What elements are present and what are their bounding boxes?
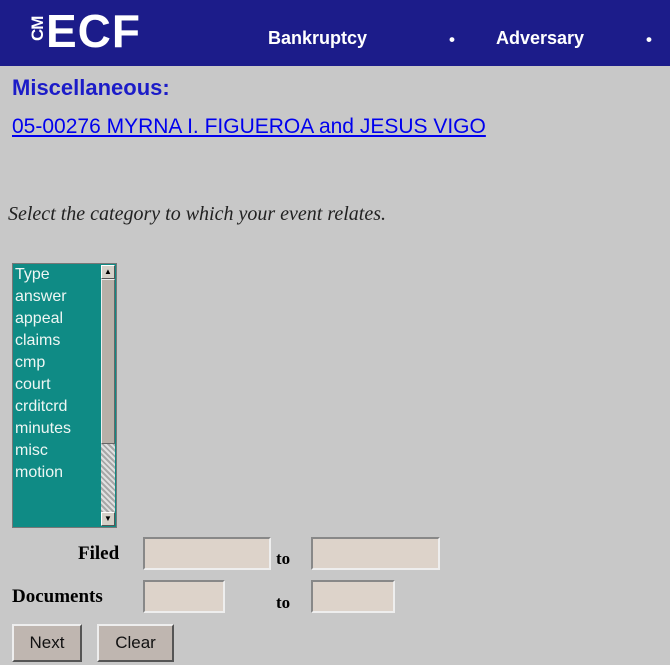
clear-button[interactable]: Clear bbox=[97, 624, 174, 662]
filed-to-input[interactable] bbox=[311, 537, 440, 570]
filed-from-input[interactable] bbox=[143, 537, 271, 570]
category-option[interactable]: crditcrd bbox=[15, 396, 101, 418]
scroll-down-arrow-icon[interactable]: ▼ bbox=[101, 512, 115, 526]
category-option[interactable]: Type bbox=[15, 264, 101, 286]
filed-label: Filed bbox=[78, 543, 120, 564]
logo-text: ECF bbox=[46, 5, 141, 57]
cmecf-logo[interactable]: CM ECF bbox=[28, 2, 141, 60]
next-button[interactable]: Next bbox=[12, 624, 82, 662]
category-option[interactable]: minutes bbox=[15, 418, 101, 440]
scroll-thumb[interactable] bbox=[101, 279, 115, 444]
filed-to-label: to bbox=[276, 549, 291, 568]
documents-from-input[interactable] bbox=[143, 580, 225, 613]
documents-to-input[interactable] bbox=[311, 580, 395, 613]
category-option[interactable]: misc bbox=[15, 440, 101, 462]
category-option[interactable]: claims bbox=[15, 330, 101, 352]
scroll-up-arrow-icon[interactable]: ▲ bbox=[101, 265, 115, 279]
category-option[interactable]: court bbox=[15, 374, 101, 396]
category-option[interactable]: motion bbox=[15, 462, 101, 484]
documents-to-label: to bbox=[276, 593, 291, 612]
category-option[interactable]: cmp bbox=[15, 352, 101, 374]
instruction-text: Select the category to which your event … bbox=[8, 203, 387, 225]
logo-prefix: CM bbox=[28, 16, 47, 41]
category-listbox[interactable]: Type answer appeal claims cmp court crditcrd mi… bbox=[12, 263, 117, 528]
top-navigation-bar: CM ECF Bankruptcy • Adversary • bbox=[0, 0, 670, 66]
listbox-scrollbar[interactable]: ▲ ▼ bbox=[101, 265, 115, 526]
category-option[interactable]: appeal bbox=[15, 308, 101, 330]
page-heading: Miscellaneous: bbox=[12, 75, 170, 100]
nav-separator: • bbox=[646, 30, 652, 49]
nav-separator: • bbox=[449, 30, 455, 49]
case-link[interactable]: 05-00276 MYRNA I. FIGUEROA and JESUS VIG… bbox=[12, 115, 486, 139]
category-option[interactable]: answer bbox=[15, 286, 101, 308]
documents-label: Documents bbox=[12, 586, 103, 607]
category-list-items: Type answer appeal claims cmp court crditcrd mi… bbox=[15, 264, 101, 484]
nav-adversary[interactable]: Adversary bbox=[496, 28, 584, 49]
nav-bankruptcy[interactable]: Bankruptcy bbox=[268, 28, 367, 49]
